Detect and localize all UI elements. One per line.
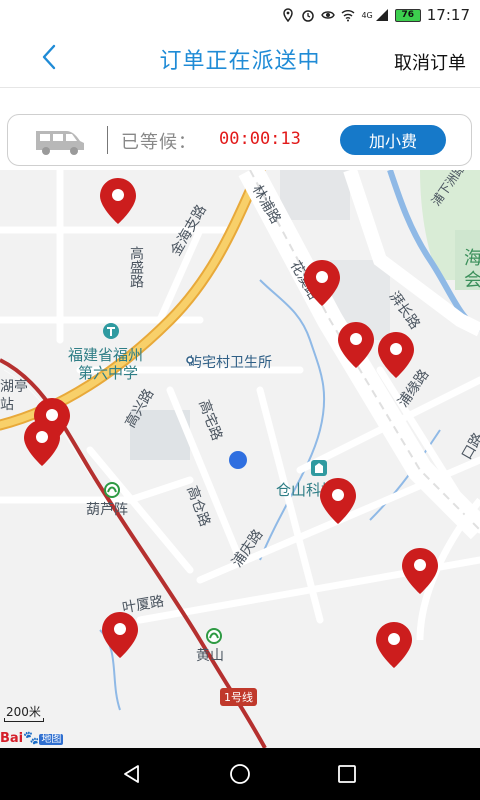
metro-line-badge: 1号线	[220, 688, 257, 706]
add-tip-button[interactable]: 加小费	[340, 125, 446, 155]
driver-marker-icon[interactable]	[22, 418, 62, 468]
map-logo-suffix: 地图	[39, 734, 64, 745]
network-type: 4G	[361, 10, 373, 20]
van-icon	[36, 131, 84, 155]
map-label: 黄山	[196, 648, 224, 664]
recents-square-icon[interactable]	[335, 762, 359, 786]
driver-marker-icon[interactable]	[318, 476, 358, 526]
map-label: 屿宅村卫生所	[188, 355, 272, 371]
back-triangle-icon[interactable]	[120, 762, 144, 786]
map-label: 高盛路	[128, 246, 144, 288]
alarm-icon	[302, 10, 315, 22]
user-location-dot	[229, 451, 247, 469]
map-view[interactable]: 高盛路 金海支路 福建省福州 第六中学 屿宅村卫生所 高兴路 高宅路 葫芦阵 高…	[0, 170, 480, 748]
map-logo-text: Bai	[0, 731, 24, 746]
driver-marker-icon[interactable]	[98, 176, 138, 226]
map-label: 站	[0, 397, 14, 413]
home-circle-icon[interactable]	[228, 762, 252, 786]
map-scale-bar	[4, 718, 44, 722]
eye-icon	[321, 11, 336, 19]
location-icon	[283, 8, 294, 22]
app-header: 订单正在派送中 取消订单	[0, 30, 480, 88]
driver-marker-icon[interactable]	[100, 610, 140, 660]
system-nav-bar	[0, 748, 480, 800]
driver-marker-icon[interactable]	[336, 320, 376, 370]
clock: 17:17	[426, 6, 470, 24]
school-icon	[103, 323, 119, 339]
divider	[107, 126, 108, 154]
driver-marker-icon[interactable]	[376, 330, 416, 380]
clinic-icon	[186, 356, 194, 364]
map-label: 会	[464, 270, 480, 291]
park-icon	[311, 460, 327, 476]
driver-marker-icon[interactable]	[400, 546, 440, 596]
driver-marker-icon[interactable]	[302, 258, 342, 308]
wait-timer: 00:00:13	[219, 129, 301, 149]
signal-icon	[375, 9, 388, 21]
metro-station-icon	[206, 628, 222, 644]
map-label: 第六中学	[78, 364, 139, 382]
map-label: 湖亭	[0, 379, 28, 395]
cancel-order-button[interactable]: 取消订单	[394, 49, 466, 75]
wait-label: 已等候：	[121, 132, 197, 153]
wifi-icon	[342, 10, 355, 22]
metro-station-icon	[104, 482, 120, 498]
driver-marker-icon[interactable]	[374, 620, 414, 670]
wait-status-card: 已等候： 00:00:13 加小费	[7, 114, 472, 166]
map-logo: Bai🐾 地图	[0, 731, 64, 746]
map-label: 葫芦阵	[86, 502, 128, 518]
battery-icon: 76	[394, 8, 421, 22]
status-bar: 4G 76 17:17	[0, 0, 480, 30]
